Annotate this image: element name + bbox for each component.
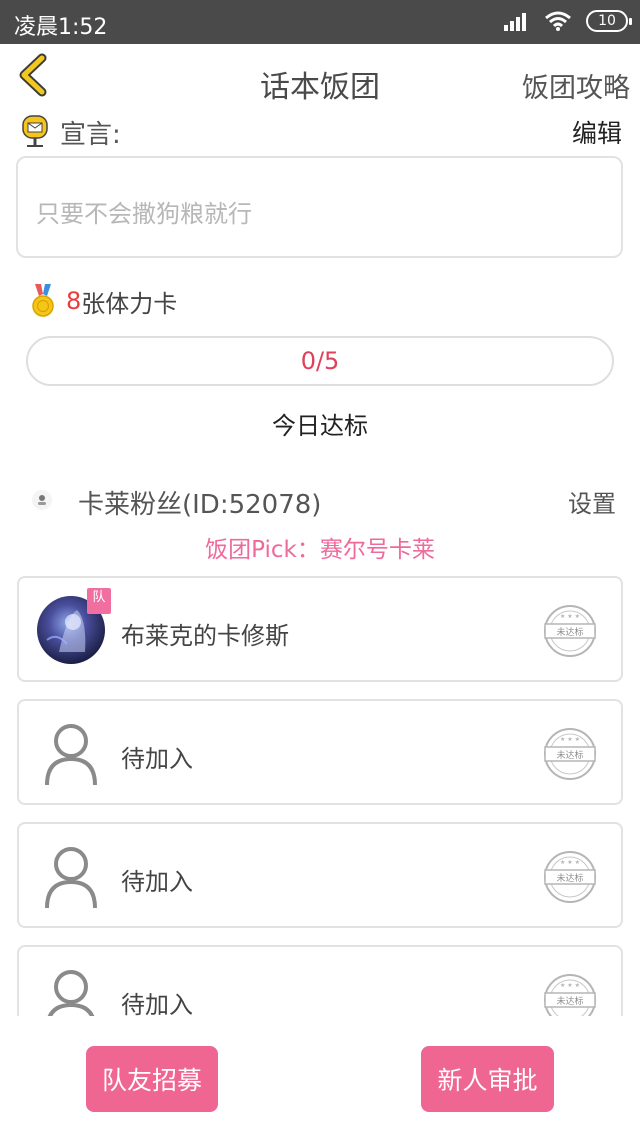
declaration-header: 宣言: 编辑 <box>18 112 622 152</box>
nav-bar: 话本饭团 饭团攻略 <box>0 44 640 114</box>
svg-text:★ ★ ★: ★ ★ ★ <box>560 982 580 989</box>
not-reached-stamp-icon: 未达标 ★ ★ ★ <box>544 974 596 1016</box>
member-list[interactable]: 队 布莱克的卡修斯 未达标 ★ ★ ★ 待加入 未达标 ★ ★ ★ 待加入 未达… <box>17 576 623 1016</box>
empty-user-icon <box>45 724 97 786</box>
member-card[interactable]: 待加入 未达标 ★ ★ ★ <box>17 822 623 928</box>
empty-user-icon <box>47 970 95 1016</box>
daily-progress-bar: 0/5 <box>26 336 614 386</box>
not-reached-stamp-icon: 未达标 ★ ★ ★ <box>544 605 596 657</box>
svg-text:★ ★ ★: ★ ★ ★ <box>560 613 580 620</box>
mailbox-icon <box>22 115 48 147</box>
signal-icon <box>504 13 526 31</box>
guide-link[interactable]: 饭团攻略 <box>522 66 630 105</box>
stamina-label: 张体力卡 <box>81 289 178 318</box>
settings-button[interactable]: 设置 <box>568 484 616 519</box>
declaration-text: 只要不会撒狗粮就行 <box>36 200 252 228</box>
group-icon <box>32 490 52 510</box>
group-pick: 饭团Pick：赛尔号卡莱 <box>205 537 435 563</box>
member-name: 待加入 <box>121 868 193 896</box>
member-card[interactable]: 待加入 未达标 ★ ★ ★ <box>17 699 623 805</box>
svg-text:★ ★ ★: ★ ★ ★ <box>560 736 580 743</box>
svg-text:★ ★ ★: ★ ★ ★ <box>560 859 580 866</box>
battery-icon: 10 <box>586 10 632 32</box>
member-name: 布莱克的卡修斯 <box>121 622 289 650</box>
stamina-row: 8 张体力卡 <box>28 284 177 318</box>
declaration-label: 宣言: <box>60 120 121 150</box>
medal-icon <box>32 284 54 317</box>
battery-level: 10 <box>598 13 616 29</box>
stamp-text: 未达标 <box>556 749 583 761</box>
progress-text: 0/5 <box>300 347 340 375</box>
stamp-text: 未达标 <box>556 995 583 1007</box>
stamp-text: 未达标 <box>556 872 583 884</box>
empty-user-icon <box>45 847 97 909</box>
group-header: 卡莱粉丝(ID:52078) 设置 <box>30 482 616 520</box>
member-card[interactable]: 待加入 未达标 ★ ★ ★ <box>17 945 623 1016</box>
today-target-label: 今日达标 <box>272 412 368 440</box>
stamp-text: 未达标 <box>556 626 583 638</box>
not-reached-stamp-icon: 未达标 ★ ★ ★ <box>544 728 596 780</box>
stamina-count: 8 <box>66 287 82 315</box>
status-bar: 凌晨1:52 10 <box>0 0 640 44</box>
group-name: 卡莱粉丝(ID:52078) <box>78 490 322 520</box>
edit-button[interactable]: 编辑 <box>572 114 622 150</box>
wifi-icon <box>545 11 571 31</box>
leader-badge: 队 <box>87 588 111 614</box>
not-reached-stamp-icon: 未达标 ★ ★ ★ <box>544 851 596 903</box>
status-icons: 10 <box>504 10 632 32</box>
recruit-button[interactable]: 队友招募 <box>86 1046 218 1112</box>
member-name: 待加入 <box>121 745 193 773</box>
member-card[interactable]: 队 布莱克的卡修斯 未达标 ★ ★ ★ <box>17 576 623 682</box>
status-time: 凌晨1:52 <box>14 15 108 40</box>
approve-button[interactable]: 新人审批 <box>421 1046 554 1112</box>
declaration-box[interactable]: 只要不会撒狗粮就行 <box>16 156 623 258</box>
member-name: 待加入 <box>121 991 193 1016</box>
